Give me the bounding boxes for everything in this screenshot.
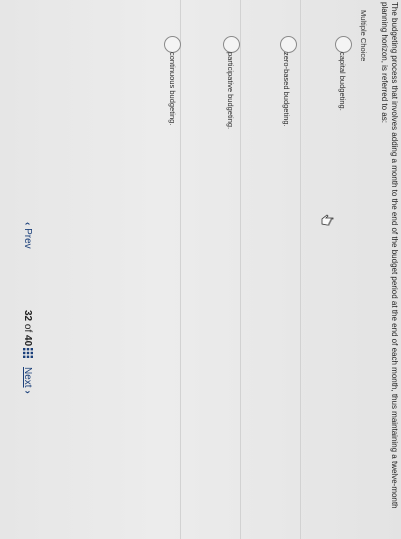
page-indicator: 32 of 40 [22, 310, 33, 346]
radio-button[interactable] [335, 36, 352, 53]
radio-button[interactable] [164, 36, 181, 53]
answer-label: continuous budgeting. [168, 52, 177, 126]
total-pages: 40 [22, 335, 33, 347]
next-label: Next [22, 367, 33, 388]
hand-cursor-icon [321, 214, 334, 226]
answer-option-3[interactable]: participative budgeting. [180, 0, 241, 539]
answer-option-2[interactable]: zero-based budgeting. [240, 0, 301, 539]
prev-button[interactable]: ‹ Prev [22, 222, 33, 249]
current-page: 32 [22, 310, 33, 322]
chevron-right-icon: › [22, 390, 33, 394]
chevron-left-icon: ‹ [22, 222, 33, 226]
navigation-bar: ‹ Prev 32 of 40 Next › [11, 0, 41, 539]
answer-label: zero-based budgeting. [282, 52, 291, 127]
answer-label: capital budgeting. [338, 52, 347, 111]
answer-option-1[interactable]: capital budgeting. [300, 0, 361, 539]
grid-icon[interactable] [23, 348, 33, 358]
next-button[interactable]: Next › [22, 367, 33, 394]
answer-label: participative budgeting. [226, 52, 235, 130]
prev-label: Prev [22, 228, 33, 249]
radio-button[interactable] [280, 36, 297, 53]
of-label: of [22, 323, 33, 333]
screen: The budgeting process that involves addi… [0, 0, 401, 539]
answer-option-4[interactable]: continuous budgeting. [121, 0, 181, 539]
radio-button[interactable] [223, 36, 240, 53]
question-text: The budgeting process that involves addi… [380, 2, 399, 509]
quiz-canvas: The budgeting process that involves addi… [0, 0, 401, 539]
